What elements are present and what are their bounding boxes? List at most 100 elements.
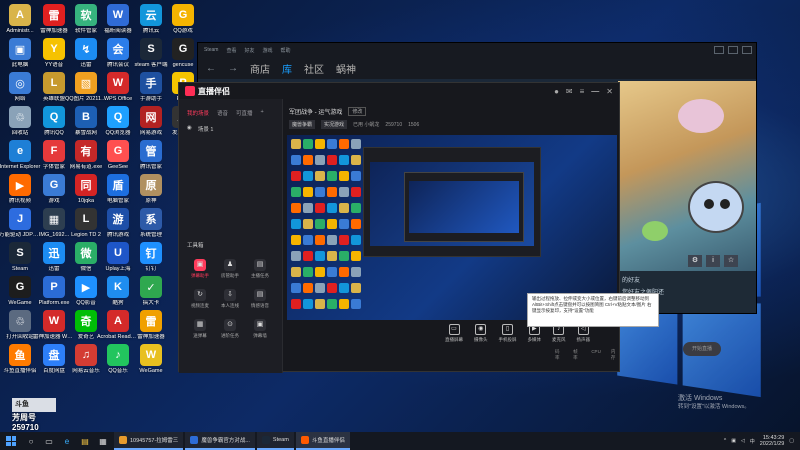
app-icon: J	[9, 208, 31, 230]
favorite-star-icon[interactable]: ☆	[724, 255, 738, 267]
app-icon: G	[9, 276, 31, 298]
app-icon: 迅	[43, 242, 65, 264]
desktop-icon[interactable]: ♫ 网易云音乐	[69, 344, 103, 388]
task-app-icon	[119, 436, 127, 444]
app-icon: A	[9, 4, 31, 26]
forward-arrow-icon[interactable]: →	[228, 63, 238, 74]
tool-item[interactable]: ♟ 房管助手	[215, 259, 245, 279]
scene-list-item[interactable]: ◉ 场景 1	[179, 121, 282, 137]
store-icon[interactable]: ▦	[94, 432, 112, 450]
steam-menu-friends[interactable]: 好友	[244, 47, 254, 54]
app-icon: 云	[140, 4, 162, 26]
steam-menu-steam[interactable]: Steam	[204, 47, 218, 53]
tab-live[interactable]: 可直播	[236, 109, 253, 117]
steam-nav-username[interactable]: 蜗神	[336, 61, 356, 76]
start-live-button[interactable]: 开始直播	[683, 342, 721, 356]
desktop-icon[interactable]: W WeGame	[134, 344, 168, 388]
app-icon: ♲	[9, 310, 31, 332]
tool-label: 弹幕助手	[191, 273, 209, 278]
tool-item[interactable]: ▣ 弹幕墙	[245, 319, 275, 339]
tab-scenes[interactable]: 我的场景	[187, 109, 209, 117]
category-tag[interactable]: 魔兽争霸	[289, 120, 316, 129]
notification-icon[interactable]: ✉	[566, 87, 573, 96]
app-icon: 会	[107, 38, 129, 60]
tool-icon: ♟	[224, 259, 236, 271]
app-icon: ♪	[107, 344, 129, 366]
app-icon: P	[43, 276, 65, 298]
taskbar-task[interactable]: 斗鱼直播伴侣	[295, 432, 350, 450]
game-banner-image	[618, 81, 756, 271]
stat-memory: 内存	[610, 349, 616, 360]
task-label: 魔兽争霸官方对战...	[201, 438, 250, 444]
close-button[interactable]	[742, 46, 752, 54]
edit-title-button[interactable]: 修改	[348, 107, 367, 116]
search-icon[interactable]: ○	[22, 432, 40, 450]
tool-item[interactable]: ▣ 弹幕助手	[185, 259, 215, 279]
task-view-icon[interactable]: ▭	[40, 432, 58, 450]
steam-menu-help[interactable]: 帮助	[281, 47, 291, 54]
tool-item[interactable]: ▤ 主播任务	[245, 259, 275, 279]
desktop-icon[interactable]: ♪ QQ音乐	[101, 344, 135, 388]
app-icon: ↯	[75, 38, 97, 60]
app-icon: B	[75, 106, 97, 128]
preview-desktop-icon	[315, 171, 325, 181]
source-control-label: 手机投屏	[498, 337, 517, 342]
steam-menu-games[interactable]: 游戏	[262, 47, 272, 54]
tool-item[interactable]: ▤ 情感语音	[245, 289, 275, 309]
back-arrow-icon[interactable]: ←	[206, 63, 216, 74]
tray-up-arrow-icon[interactable]: ^	[724, 438, 726, 444]
minimize-icon[interactable]: —	[591, 87, 599, 96]
settings-gear-icon[interactable]: ⚙	[688, 255, 702, 267]
app-icon: ♲	[9, 106, 31, 128]
menu-icon[interactable]: ≡	[580, 87, 585, 96]
avatar[interactable]: ●	[554, 87, 559, 96]
start-button[interactable]	[0, 432, 22, 450]
steam-nav-community[interactable]: 社区	[304, 61, 324, 76]
desktop-icon-label: 搞大卡	[142, 300, 160, 306]
eye-icon[interactable]: ◉	[187, 125, 192, 133]
tab-voice[interactable]: 语音	[217, 109, 228, 117]
preview-desktop-icon	[291, 219, 301, 229]
app-icon: K	[107, 276, 129, 298]
maximize-button[interactable]	[728, 46, 738, 54]
tool-item[interactable]: ▦ 送弹幕	[185, 319, 215, 339]
steam-nav: ← → 商店 库 社区 蜗神	[198, 57, 756, 79]
steam-nav-store[interactable]: 商店	[250, 61, 270, 76]
taskbar-task[interactable]: 魔兽争霸官方对战...	[185, 432, 255, 450]
steam-nav-library[interactable]: 库	[282, 61, 292, 76]
preview-desktop-icon	[351, 267, 361, 277]
close-icon[interactable]: ✕	[606, 87, 613, 96]
edge-icon[interactable]: e	[58, 432, 76, 450]
app-icon: A	[107, 310, 129, 332]
preview-desktop-icon	[327, 187, 337, 197]
minimize-button[interactable]	[714, 46, 724, 54]
network-icon[interactable]: ▣	[731, 438, 736, 444]
app-icon: 原	[140, 174, 162, 196]
app-icon: 管	[140, 140, 162, 162]
volume-icon[interactable]: ◁	[741, 438, 745, 444]
tooltip-hint: 输出过程拖放、拉伸或变大小或位置，右键前后调整移动到AltBit+Shift点击…	[527, 293, 659, 327]
source-control-button[interactable]: ▭ 直播屏幕	[445, 324, 463, 343]
desktop-icon[interactable]: 盘百度网盘	[37, 344, 71, 388]
clock[interactable]: 15:43:29 2022/1/29	[760, 435, 784, 447]
live-companion-window[interactable]: 直播伴侣 ● ✉ ≡ — ✕ 我的场景 语音 可直播 + ◉ 场景 1 工具箱 …	[178, 82, 721, 373]
preview-desktop-icon	[315, 299, 325, 309]
info-icon[interactable]: i	[706, 255, 720, 267]
steam-menu-view[interactable]: 查看	[226, 47, 236, 54]
tool-item[interactable]: ⇩ 本人连线	[215, 289, 245, 309]
system-tray: ^ ▣ ◁ 中 15:43:29 2022/1/29 ▢	[724, 435, 800, 447]
add-scene-icon[interactable]: +	[261, 109, 264, 117]
taskbar-task[interactable]: Steam	[256, 432, 294, 450]
notification-center-icon[interactable]: ▢	[789, 438, 794, 444]
desktop-icon[interactable]: 鱼斗鱼直播伴侣	[3, 344, 37, 388]
tool-icon: ↻	[194, 289, 206, 301]
source-control-button[interactable]: ◉ 摄像头	[474, 324, 488, 343]
tool-item[interactable]: ⊙ 进阶任务	[215, 319, 245, 339]
source-control-button[interactable]: ▯ 手机投屏	[499, 324, 517, 343]
category-tag[interactable]: 实况游戏	[321, 120, 348, 129]
input-language[interactable]: 中	[750, 438, 755, 445]
file-explorer-icon[interactable]: ▤	[76, 432, 94, 450]
taskbar-task[interactable]: 10945757-拉姆雷三	[114, 432, 184, 450]
tool-item[interactable]: ↻ 视频连麦	[185, 289, 215, 309]
activation-title: 激活 Windows	[678, 395, 723, 402]
